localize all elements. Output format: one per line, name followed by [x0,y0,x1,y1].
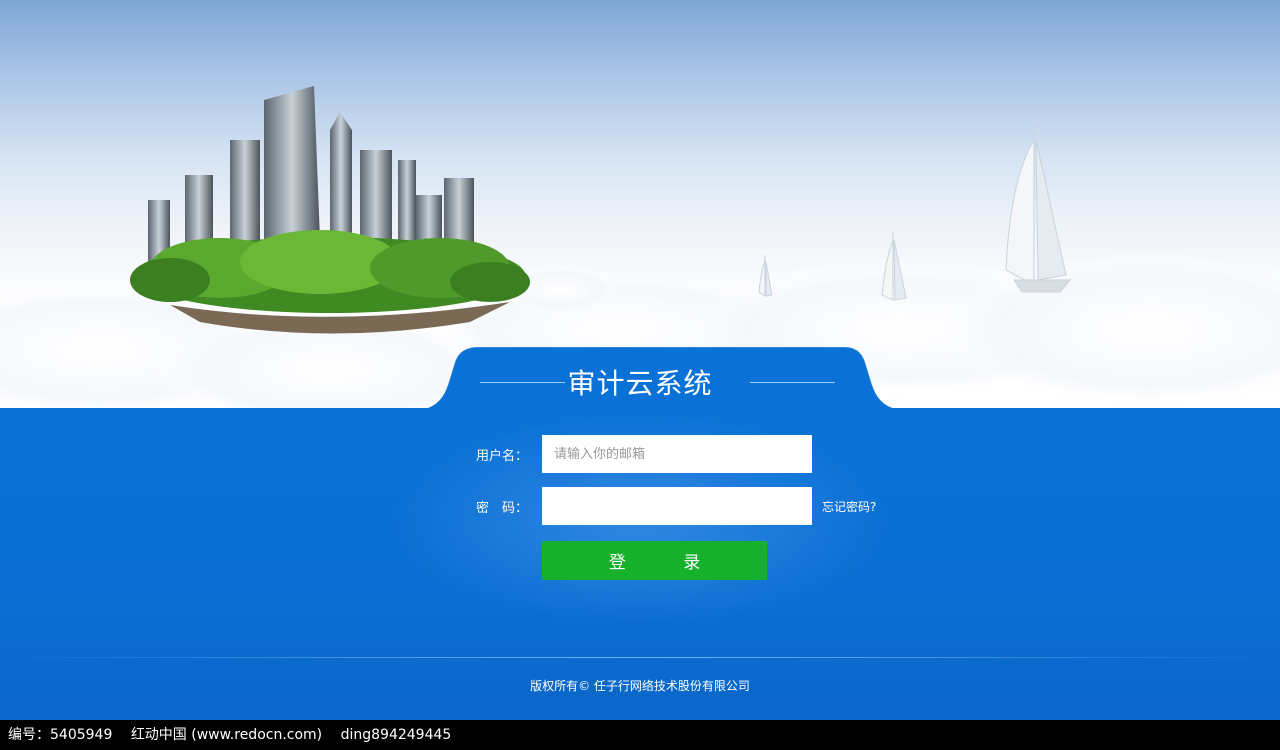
copyright-text: 版权所有© 任子行网络技术股份有限公司 [530,679,750,693]
login-button[interactable]: 登 录 [542,541,767,580]
title-divider-right [750,382,835,383]
watermark-author: ding894249445 [340,727,452,743]
login-panel-header [415,346,905,410]
footer-divider [0,657,1280,658]
watermark-id: 编号：5405949 [8,727,113,743]
watermark-bar: 编号：5405949 红动中国 (www.redocn.com) ding894… [0,720,1280,750]
login-title: 审计云系统 [567,367,713,400]
username-input[interactable] [542,435,812,473]
username-label: 用户名： [476,449,529,464]
password-label: 密 码： [476,501,529,516]
forgot-password-link[interactable]: 忘记密码? [822,498,876,515]
watermark-site: 红动中国 (www.redocn.com) [130,727,323,743]
password-input[interactable] [542,487,812,525]
